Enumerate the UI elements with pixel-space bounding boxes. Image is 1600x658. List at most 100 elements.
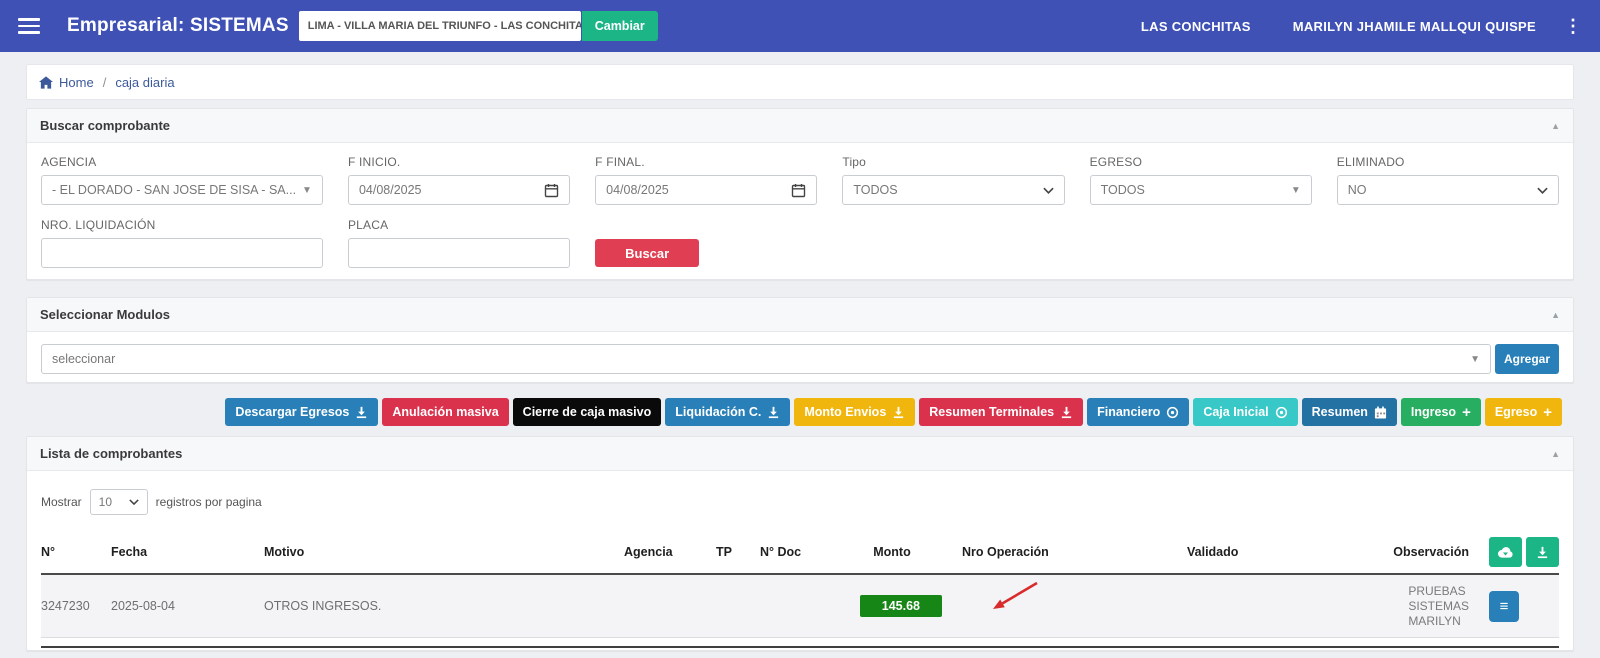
table-bottom-border (41, 646, 1559, 648)
liquidacion-c-button[interactable]: Liquidación C. (665, 398, 790, 426)
egreso-field: EGRESO TODOS ▼ (1090, 155, 1312, 205)
download-button[interactable] (1526, 537, 1559, 567)
cell-nro: 3247230 (41, 599, 101, 613)
list-panel: Lista de comprobantes ▲ Mostrar 10 regis… (26, 436, 1574, 651)
breadcrumb-separator: / (103, 75, 107, 90)
col-motivo[interactable]: Motivo (254, 545, 614, 559)
modules-select-value: seleccionar (52, 352, 115, 366)
modules-panel: Seleccionar Modulos ▲ seleccionar ▼ Agre… (26, 297, 1574, 383)
agencia-select[interactable]: - EL DORADO - SAN JOSE DE SISA - SA... ▼ (41, 175, 323, 205)
col-agencia[interactable]: Agencia (614, 545, 706, 559)
col-tp[interactable]: TP (706, 545, 750, 559)
caja-inicial-button[interactable]: Caja Inicial (1193, 398, 1297, 426)
egreso-value: TODOS (1101, 183, 1145, 197)
cierre-caja-masivo-button[interactable]: Cierre de caja masivo (513, 398, 662, 426)
download-icon (767, 406, 780, 419)
table-row[interactable]: 3247230 2025-08-04 OTROS INGRESOS. 145.6… (41, 575, 1559, 638)
plus-icon: + (1543, 405, 1552, 420)
button-label: Ingreso (1411, 405, 1456, 419)
monto-badge: 145.68 (860, 595, 942, 617)
button-label: Egreso (1495, 405, 1537, 419)
record-circle-icon (1275, 406, 1288, 419)
page-size-select[interactable]: 10 (90, 489, 148, 515)
collapse-caret-icon[interactable]: ▲ (1551, 121, 1560, 131)
annotation-arrow-icon (936, 578, 1046, 618)
f-final-date-input[interactable]: 04/08/2025 (595, 175, 817, 205)
download-icon (892, 406, 905, 419)
calendar-icon[interactable] (538, 183, 559, 198)
page-size-value: 10 (99, 495, 112, 509)
placa-label: PLACA (348, 218, 570, 232)
caret-down-icon: ▼ (1285, 185, 1301, 196)
col-ndoc[interactable]: N° Doc (750, 545, 832, 559)
eliminado-label: ELIMINADO (1337, 155, 1559, 169)
anulacion-masiva-button[interactable]: Anulación masiva (382, 398, 508, 426)
list-panel-header: Lista de comprobantes ▲ (27, 437, 1573, 471)
nro-liquidacion-label: NRO. LIQUIDACIÓN (41, 218, 323, 232)
breadcrumb-home-link[interactable]: Home (39, 75, 94, 90)
collapse-caret-icon[interactable]: ▲ (1551, 449, 1560, 459)
financiero-button[interactable]: Financiero (1087, 398, 1189, 426)
app-title: Empresarial: SISTEMAS (67, 15, 289, 37)
cloud-download-icon (1497, 546, 1514, 559)
row-menu-button[interactable]: ≡ (1489, 591, 1519, 622)
eliminado-field: ELIMINADO NO (1337, 155, 1559, 205)
action-buttons-row: Descargar Egresos Anulación masiva Cierr… (26, 398, 1574, 426)
kebab-menu-icon[interactable]: ⋮ (1564, 17, 1582, 35)
tipo-select[interactable]: TODOS (842, 175, 1064, 205)
cell-motivo: OTROS INGRESOS. (254, 599, 614, 613)
col-fecha[interactable]: Fecha (101, 545, 254, 559)
f-inicio-date-input[interactable]: 04/08/2025 (348, 175, 570, 205)
resumen-terminales-button[interactable]: Resumen Terminales (919, 398, 1083, 426)
placa-input[interactable] (348, 238, 570, 268)
buscar-button[interactable]: Buscar (595, 239, 699, 267)
descargar-egresos-button[interactable]: Descargar Egresos (225, 398, 378, 426)
button-label: Caja Inicial (1203, 405, 1268, 419)
nro-liquidacion-input[interactable] (41, 238, 323, 268)
topbar-right: LAS CONCHITAS MARILYN JHAMILE MALLQUI QU… (1141, 19, 1536, 34)
resumen-button[interactable]: Resumen (1302, 398, 1397, 426)
ingreso-button[interactable]: Ingreso + (1401, 398, 1481, 426)
row-actions-cell: ≡ (1479, 591, 1559, 622)
f-inicio-value: 04/08/2025 (359, 183, 422, 197)
col-validado[interactable]: Validado (1177, 545, 1357, 559)
button-label: Liquidación C. (675, 405, 761, 419)
calendar-icon[interactable] (785, 183, 806, 198)
col-observacion[interactable]: Observación (1357, 545, 1479, 559)
egreso-button[interactable]: Egreso + (1485, 398, 1562, 426)
menu-icon[interactable] (18, 18, 40, 34)
placa-field: PLACA (348, 218, 570, 268)
agency-name[interactable]: LAS CONCHITAS (1141, 19, 1251, 34)
eliminado-value: NO (1348, 183, 1367, 197)
col-monto[interactable]: Monto (832, 545, 952, 559)
download-icon (1060, 406, 1073, 419)
office-selector-value: LIMA - VILLA MARIA DEL TRIUNFO - LAS CON… (308, 20, 581, 32)
table-header-actions (1479, 537, 1559, 567)
egreso-select[interactable]: TODOS ▼ (1090, 175, 1312, 205)
registros-label: registros por pagina (156, 495, 262, 509)
eliminado-select[interactable]: NO (1337, 175, 1559, 205)
button-label: Descargar Egresos (235, 405, 349, 419)
download-icon (1536, 546, 1549, 559)
search-panel: Buscar comprobante ▲ AGENCIA - EL DORADO… (26, 108, 1574, 280)
app-header: Empresarial: SISTEMAS LIMA - VILLA MARIA… (0, 0, 1600, 52)
button-label: Resumen Terminales (929, 405, 1054, 419)
cloud-download-button[interactable] (1489, 537, 1522, 567)
collapse-caret-icon[interactable]: ▲ (1551, 310, 1560, 320)
monto-envios-button[interactable]: Monto Envios (794, 398, 915, 426)
caret-down-icon: ▼ (1464, 354, 1480, 365)
modules-select[interactable]: seleccionar ▼ (41, 344, 1491, 374)
cell-fecha: 2025-08-04 (101, 599, 254, 613)
office-selector[interactable]: LIMA - VILLA MARIA DEL TRIUNFO - LAS CON… (299, 11, 581, 41)
home-icon (39, 76, 53, 89)
agregar-button[interactable]: Agregar (1495, 344, 1559, 374)
user-name[interactable]: MARILYN JHAMILE MALLQUI QUISPE (1293, 19, 1536, 34)
f-inicio-label: F INICIO. (348, 155, 570, 169)
observacion-text: PRUEBAS SISTEMAS MARILYN (1408, 584, 1469, 629)
chevron-down-icon (123, 499, 139, 505)
cambiar-button[interactable]: Cambiar (582, 11, 658, 41)
breadcrumb: Home / caja diaria (26, 64, 1574, 100)
col-nro-operacion[interactable]: Nro Operación (952, 545, 1177, 559)
col-nro[interactable]: N° (41, 545, 101, 559)
calendar-icon (1374, 406, 1387, 419)
